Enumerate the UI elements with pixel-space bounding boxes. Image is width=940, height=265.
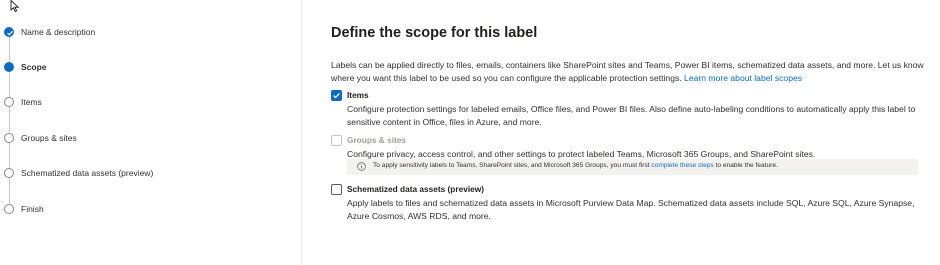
schematized-data-assets-label[interactable]: Schematized data assets (preview): [347, 184, 484, 194]
stepper-item-label: Items: [21, 97, 42, 107]
stepper-item-label: Scope: [21, 62, 47, 72]
stepper-item-finish[interactable]: Finish: [0, 199, 300, 219]
groups-sites-label: Groups & sites: [347, 135, 407, 145]
info-icon: [357, 162, 366, 171]
info-text-before: To apply sensitivity labels to Teams, Sh…: [373, 162, 652, 169]
stepper-item-scope[interactable]: Scope: [0, 57, 300, 77]
complete-steps-link[interactable]: complete these steps: [651, 162, 713, 169]
checkmark-icon: [4, 27, 14, 37]
schematized-data-assets-checkbox[interactable]: [331, 184, 342, 195]
schematized-data-assets-description: Apply labels to files and schematized da…: [347, 198, 915, 221]
items-description: Configure protection settings for labele…: [347, 104, 916, 127]
stepper-item-groups-sites[interactable]: Groups & sites: [0, 128, 300, 148]
stepper-item-label: Name & description: [21, 27, 96, 37]
pending-step-icon: [4, 204, 14, 214]
checkmark-icon: [333, 92, 340, 99]
items-label[interactable]: Items: [347, 90, 369, 100]
groups-sites-checkbox: [331, 135, 342, 146]
stepper-item-label: Schematized data assets (preview): [21, 168, 154, 178]
intro-paragraph: Labels can be applied directly to files,…: [331, 59, 926, 84]
pending-step-icon: [4, 97, 14, 107]
pending-step-icon: [4, 133, 14, 143]
pending-step-icon: [4, 168, 14, 178]
info-message-bar: To apply sensitivity labels to Teams, Sh…: [347, 159, 918, 175]
scope-option-items: Items Configure protection settings for …: [331, 90, 931, 130]
current-step-icon: [4, 62, 14, 72]
stepper-item-label: Finish: [21, 204, 44, 214]
stepper-item-label: Groups & sites: [21, 133, 77, 143]
stepper-item-schematized-data-assets[interactable]: Schematized data assets (preview): [0, 163, 300, 183]
info-message-text: To apply sensitivity labels to Teams, Sh…: [373, 162, 778, 169]
stepper-item-name-description[interactable]: Name & description: [0, 22, 300, 42]
wizard-stepper: Name & description Scope Items Groups & …: [0, 0, 302, 265]
intro-text: Labels can be applied directly to files,…: [331, 60, 924, 83]
stepper-item-items[interactable]: Items: [0, 92, 300, 112]
learn-more-link[interactable]: Learn more about label scopes: [684, 73, 802, 83]
info-text-after: to enable the feature.: [713, 162, 778, 169]
scope-option-schematized-data-assets: Schematized data assets (preview) Apply …: [331, 183, 931, 228]
items-checkbox[interactable]: [331, 90, 342, 101]
page-title: Define the scope for this label: [331, 25, 538, 41]
